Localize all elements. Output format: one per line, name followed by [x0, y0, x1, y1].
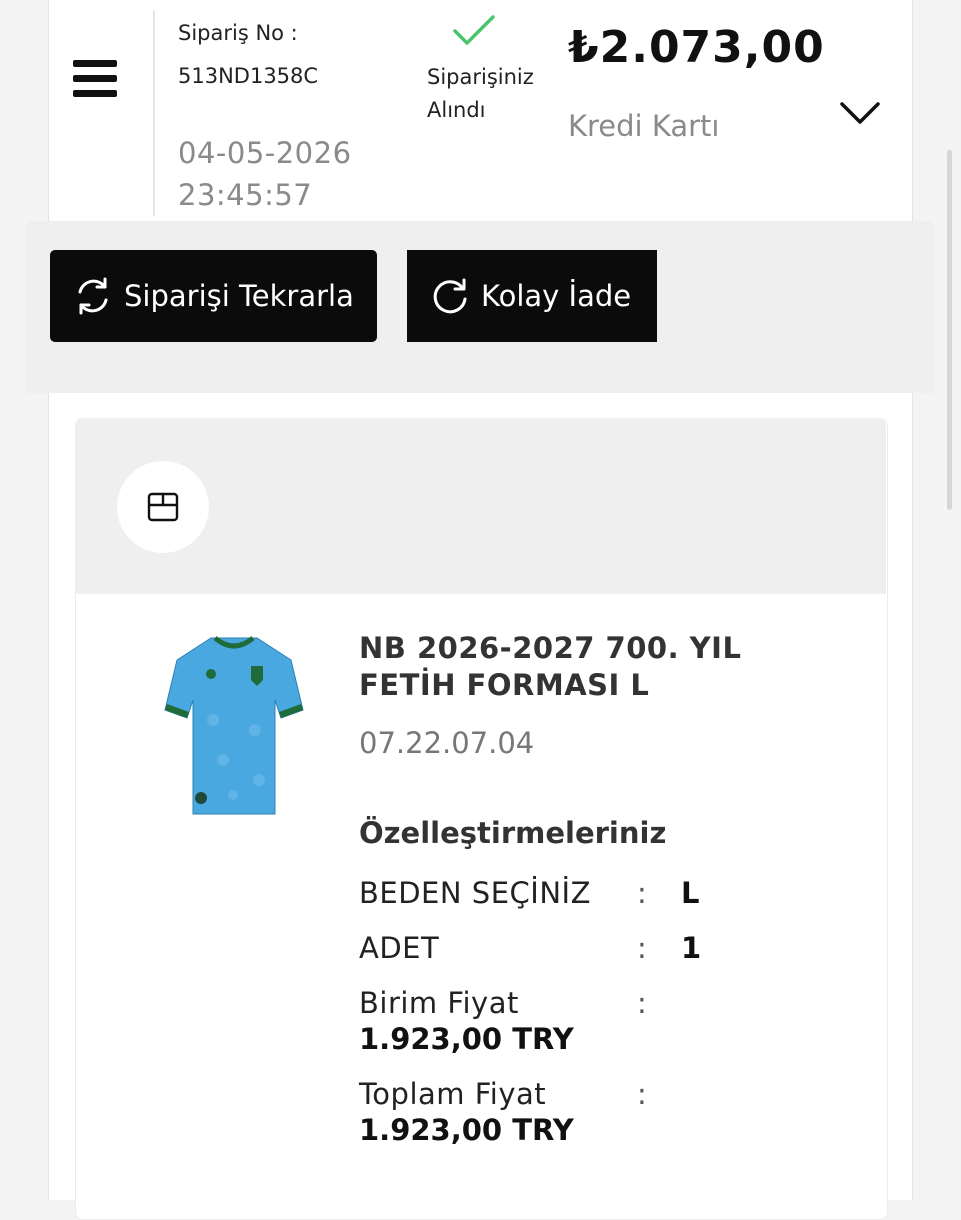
- package-badge: [117, 461, 209, 553]
- quantity-value: 1: [681, 931, 702, 965]
- unit-price-label: Birim Fiyat: [359, 986, 519, 1020]
- size-value: L: [681, 876, 700, 910]
- total-price-label: Toplam Fiyat: [359, 1077, 547, 1111]
- unit-price-value: 1.923,00 TRY: [359, 1022, 574, 1056]
- order-total: ₺2.073,00: [568, 22, 825, 73]
- check-icon: [453, 15, 495, 45]
- quantity-label: ADET: [359, 931, 440, 965]
- customizations-title: Özelleştirmeleriniz: [359, 816, 667, 850]
- hamburger-menu-icon[interactable]: [73, 60, 117, 100]
- size-colon: :: [637, 876, 647, 910]
- repeat-order-label: Siparişi Tekrarla: [124, 279, 354, 313]
- size-label: BEDEN SEÇİNİZ: [359, 876, 591, 910]
- refresh-icon: [78, 277, 108, 315]
- rotate-cw-icon: [433, 278, 467, 314]
- payment-method: Kredi Kartı: [568, 109, 720, 143]
- box-icon: [147, 492, 179, 522]
- chevron-down-icon[interactable]: [838, 98, 882, 128]
- order-time: 23:45:57: [178, 178, 313, 212]
- unit-price-colon: :: [637, 986, 647, 1020]
- repeat-order-button[interactable]: Siparişi Tekrarla: [50, 250, 377, 342]
- easy-return-button[interactable]: Kolay İade: [407, 250, 657, 342]
- order-number-label: Sipariş No :: [178, 21, 298, 45]
- quantity-colon: :: [637, 931, 647, 965]
- order-date: 04-05-2026: [178, 136, 352, 170]
- easy-return-label: Kolay İade: [481, 279, 632, 313]
- order-number: 513ND1358C: [178, 64, 319, 88]
- order-status: Siparişiniz Alındı: [427, 65, 534, 122]
- product-code: 07.22.07.04: [359, 726, 535, 760]
- total-price-colon: :: [637, 1077, 647, 1111]
- product-name[interactable]: NB 2026-2027 700. YIL FETİH FORMASI L: [359, 630, 839, 704]
- product-image[interactable]: [163, 630, 305, 824]
- scrollbar[interactable]: [947, 150, 952, 510]
- total-price-value: 1.923,00 TRY: [359, 1113, 574, 1147]
- header-divider: [153, 10, 155, 216]
